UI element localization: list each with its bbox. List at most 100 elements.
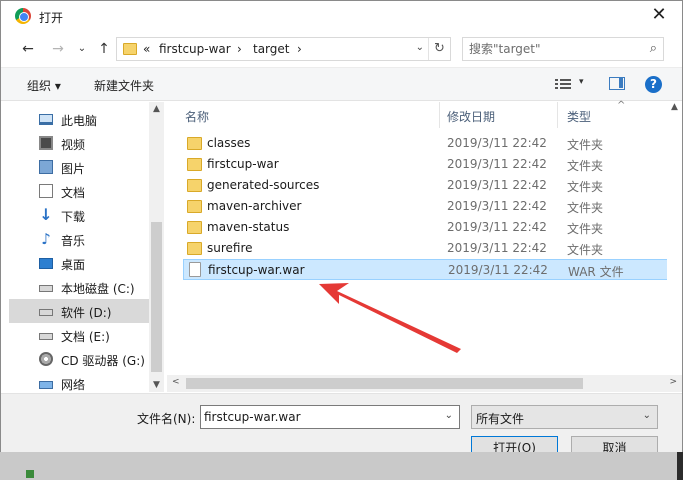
title-bar: 打开 ✕ [1, 1, 682, 31]
organize-button[interactable]: 组织 ▾ [27, 77, 61, 94]
help-icon[interactable]: ? [645, 76, 662, 93]
sidebar-item[interactable]: 文档 [9, 179, 149, 203]
file-name: classes [207, 136, 251, 150]
file-type: 文件夹 [567, 180, 604, 194]
refresh-button[interactable]: ↻ [428, 38, 450, 60]
sidebar-item-label: 本地磁盘 (C:) [61, 282, 135, 296]
sidebar-item[interactable]: 网络 [9, 371, 149, 392]
file-row[interactable]: generated-sources 2019/3/11 22:42 文件夹 [183, 175, 676, 196]
address-bar-row: ← → ⌄ ↑ « firstcup-war › target › ⌄ ↻ ⌕ [1, 33, 682, 65]
sidebar-item[interactable]: ↓ 下载 [9, 203, 149, 227]
sidebar-item[interactable]: 此电脑 [9, 107, 149, 131]
filename-input[interactable] [204, 409, 434, 425]
music-icon: ♪ [41, 230, 51, 248]
navigation-scrollbar[interactable]: ▲ ▼ [149, 102, 164, 392]
search-box[interactable]: ⌕ [462, 37, 664, 61]
video-icon [39, 136, 53, 150]
navigation-pane: 此电脑视频图片文档 ↓ 下载 ♪ 音乐 桌面本地磁盘 (C:) 软件 (D:) 文档 (E:)… [1, 102, 164, 392]
column-name[interactable]: 名称 [185, 108, 209, 125]
file-row[interactable]: maven-archiver 2019/3/11 22:42 文件夹 [183, 196, 676, 217]
scroll-right-icon[interactable]: > [669, 377, 677, 387]
horizontal-scrollbar[interactable]: < > [167, 375, 682, 392]
drive-icon [39, 309, 53, 316]
sidebar-item[interactable]: CD 驱动器 (G:) [9, 347, 149, 371]
file-date: 2019/3/11 22:42 [447, 220, 547, 234]
forward-button[interactable]: → [49, 40, 67, 58]
down-icon: ↓ [39, 205, 53, 224]
path-segment-firstcup-war[interactable]: firstcup-war [159, 42, 231, 56]
address-dropdown-icon[interactable]: ⌄ [416, 42, 424, 53]
recent-locations-button[interactable]: ⌄ [73, 40, 91, 58]
sidebar-item[interactable]: 图片 [9, 155, 149, 179]
sidebar-item-label: 此电脑 [61, 114, 98, 128]
column-type[interactable]: 类型 [567, 108, 591, 125]
file-row[interactable]: firstcup-war 2019/3/11 22:42 文件夹 [183, 154, 676, 175]
net-icon [39, 381, 53, 389]
path-separator[interactable]: › [237, 42, 242, 56]
file-row[interactable]: classes 2019/3/11 22:42 文件夹 [183, 133, 676, 154]
file-row[interactable]: surefire 2019/3/11 22:42 文件夹 [183, 238, 676, 259]
file-row[interactable]: firstcup-war.war 2019/3/11 22:42 WAR 文件 [183, 259, 676, 280]
folder-icon [187, 221, 202, 234]
sidebar-item[interactable]: ♪ 音乐 [9, 227, 149, 251]
filename-combobox[interactable]: ⌄ [200, 405, 460, 429]
file-date: 2019/3/11 22:42 [447, 157, 547, 171]
up-button[interactable]: ↑ [95, 40, 113, 58]
sidebar-item-label: 图片 [61, 162, 86, 176]
file-date: 2019/3/11 22:42 [447, 178, 547, 192]
view-list-icon[interactable] [555, 77, 571, 91]
file-list-scrollbar[interactable]: ▲ [667, 102, 682, 372]
address-path[interactable]: « firstcup-war › target › ⌄ ↻ [116, 37, 451, 61]
scrollbar-thumb[interactable] [186, 378, 583, 389]
scroll-down-icon[interactable]: ▼ [149, 380, 164, 390]
preview-pane-icon[interactable] [609, 77, 625, 90]
scroll-up-icon[interactable]: ▲ [667, 102, 682, 112]
folder-icon [187, 137, 202, 150]
sidebar-item-label: 网络 [61, 378, 86, 392]
close-button[interactable]: ✕ [644, 4, 674, 28]
path-segment-target[interactable]: target [253, 42, 290, 56]
folder-icon [123, 43, 137, 55]
chrome-icon [15, 8, 31, 24]
file-date: 2019/3/11 22:42 [447, 241, 547, 255]
drive-icon [39, 285, 53, 292]
file-type: 文件夹 [567, 138, 604, 152]
file-type: 文件夹 [567, 159, 604, 173]
dialog-footer: 文件名(N): ⌄ 所有文件 ⌄ 打开(O) 取消 [1, 393, 682, 460]
scroll-up-icon[interactable]: ▲ [149, 104, 164, 114]
chevron-down-icon[interactable]: ⌄ [445, 410, 453, 421]
folder-icon [187, 179, 202, 192]
sidebar-item[interactable]: 软件 (D:) [9, 299, 149, 323]
file-type-select[interactable]: 所有文件 ⌄ [471, 405, 658, 429]
file-type-value: 所有文件 [476, 412, 525, 426]
sidebar-item[interactable]: 文档 (E:) [9, 323, 149, 347]
sort-indicator-icon: ^ [617, 100, 626, 111]
column-date[interactable]: 修改日期 [447, 108, 495, 125]
new-folder-button[interactable]: 新建文件夹 [94, 77, 154, 94]
sidebar-item-label: 文档 (E:) [61, 330, 110, 344]
scroll-left-icon[interactable]: < [172, 377, 180, 387]
column-divider[interactable] [439, 102, 440, 128]
search-icon[interactable]: ⌕ [650, 41, 657, 56]
sidebar-item[interactable]: 桌面 [9, 251, 149, 275]
file-name: maven-status [207, 220, 290, 234]
scrollbar-thumb[interactable] [151, 222, 162, 372]
file-row[interactable]: maven-status 2019/3/11 22:42 文件夹 [183, 217, 676, 238]
search-input[interactable] [469, 41, 639, 57]
background-window [0, 452, 683, 480]
file-type: 文件夹 [567, 201, 604, 215]
file-date: 2019/3/11 22:42 [448, 263, 548, 277]
path-separator[interactable]: › [297, 42, 302, 56]
view-dropdown-icon[interactable]: ▾ [579, 77, 584, 87]
chevron-down-icon[interactable]: ⌄ [643, 410, 651, 421]
sidebar-item[interactable]: 本地磁盘 (C:) [9, 275, 149, 299]
column-headers: 名称 修改日期 类型 ^ [167, 100, 682, 128]
path-overflow[interactable]: « [143, 42, 150, 56]
column-divider[interactable] [557, 102, 558, 128]
filename-label: 文件名(N): [137, 412, 196, 426]
file-date: 2019/3/11 22:42 [447, 136, 547, 150]
file-name: firstcup-war.war [208, 263, 305, 277]
back-button[interactable]: ← [19, 40, 37, 58]
file-name: generated-sources [207, 178, 320, 192]
sidebar-item[interactable]: 视频 [9, 131, 149, 155]
